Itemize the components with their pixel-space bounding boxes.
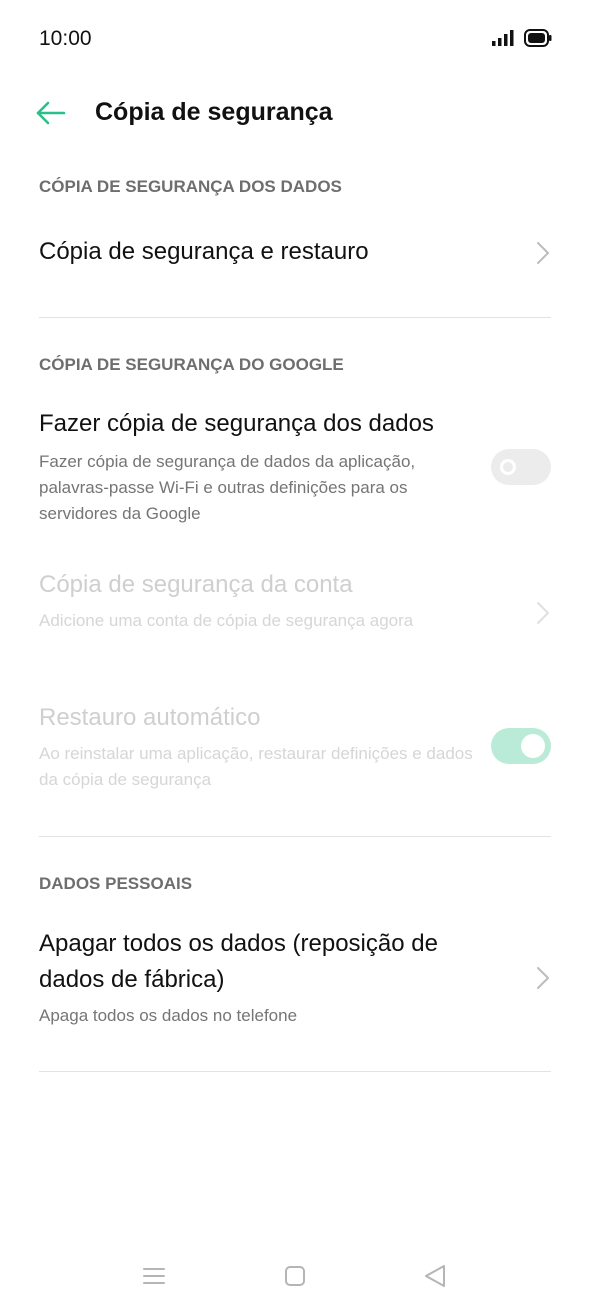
- auto-restore-description: Ao reinstalar uma aplicação, restaurar d…: [39, 744, 473, 789]
- auto-restore-title: Restauro automático: [39, 704, 261, 731]
- factory-reset-description: Apaga todos os dados no telefone: [39, 1006, 298, 1025]
- account-backup-description: Adicione uma conta de cópia de segurança…: [39, 611, 414, 630]
- backup-data-item[interactable]: Fazer cópia de segurança dos dados Fazer…: [0, 402, 590, 532]
- backup-data-description: Fazer cópia de segurança de dados da apl…: [39, 452, 416, 523]
- back-triangle-icon[interactable]: [420, 1262, 450, 1290]
- chevron-right-icon: [537, 602, 549, 624]
- status-bar: 10:00: [0, 0, 590, 78]
- auto-restore-item[interactable]: Restauro automático Ao reinstalar uma ap…: [0, 698, 590, 798]
- chevron-right-icon: [537, 967, 549, 989]
- section-header-google-backup: CÓPIA DE SEGURANÇA DO GOOGLE: [39, 355, 344, 374]
- backup-data-title: Fazer cópia de segurança dos dados: [39, 410, 434, 437]
- home-icon[interactable]: [280, 1262, 310, 1290]
- divider: [39, 1071, 551, 1072]
- divider: [39, 317, 551, 318]
- backup-restore-item[interactable]: Cópia de segurança e restauro: [0, 222, 590, 284]
- status-time: 10:00: [39, 27, 92, 50]
- signal-icon: [492, 30, 514, 46]
- factory-reset-item[interactable]: Apagar todos os dados (reposição de dado…: [0, 922, 590, 1037]
- account-backup-title: Cópia de segurança da conta: [39, 571, 353, 598]
- section-header-personal-data: DADOS PESSOAIS: [39, 874, 193, 893]
- backup-restore-title: Cópia de segurança e restauro: [39, 238, 369, 265]
- section-header-data-backup: CÓPIA DE SEGURANÇA DOS DADOS: [39, 177, 342, 196]
- factory-reset-title-line2: dados de fábrica): [39, 966, 225, 993]
- arrow-left-icon[interactable]: [30, 96, 70, 130]
- backup-data-toggle[interactable]: [491, 449, 551, 485]
- divider: [39, 836, 551, 837]
- app-header: Cópia de segurança: [0, 88, 590, 138]
- auto-restore-toggle[interactable]: [491, 728, 551, 764]
- factory-reset-title-line1: Apagar todos os dados (reposição de: [39, 930, 438, 957]
- battery-icon: [524, 29, 552, 47]
- toggle-knob: [500, 459, 516, 475]
- account-backup-item[interactable]: Cópia de segurança da conta Adicione uma…: [0, 565, 590, 665]
- menu-icon[interactable]: [139, 1262, 169, 1290]
- page-title: Cópia de segurança: [95, 98, 333, 126]
- toggle-knob: [521, 734, 545, 758]
- chevron-right-icon: [537, 242, 549, 264]
- navigation-bar: [0, 1250, 590, 1302]
